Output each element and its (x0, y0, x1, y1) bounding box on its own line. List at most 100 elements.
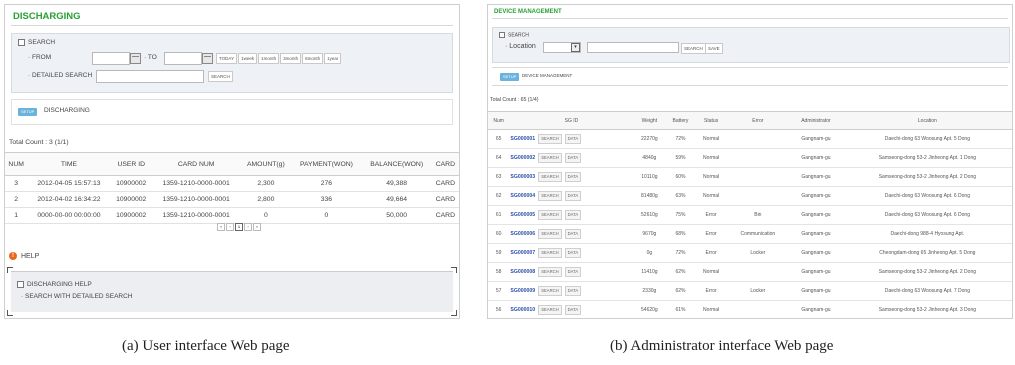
row-search-button[interactable]: SEARCH (538, 153, 562, 163)
table-row[interactable]: 62 SG000004 SEARCH DATA 81480g 63% Normal Gangn… (488, 186, 1012, 206)
detailed-search-input[interactable] (96, 70, 204, 83)
row-data-button[interactable]: DATA (564, 248, 582, 258)
sg-id-link[interactable]: SG000008 (510, 269, 535, 275)
row-search-button[interactable]: SEARCH (538, 286, 562, 296)
row-data-button[interactable]: DATA (564, 305, 582, 315)
table-row[interactable]: 59 SG000007 SEARCH DATA 0g 72% Error Locker Gang… (488, 243, 1012, 263)
sg-id-link[interactable]: SG000002 (510, 155, 535, 161)
table-row[interactable]: 1 0000-00-00 00:00:00 10900002 1359-1210-00… (5, 207, 459, 224)
table-cell: Gangnam-gu (789, 129, 843, 149)
sg-id-link[interactable]: SG000004 (510, 193, 535, 199)
date-range-button[interactable]: 6month (302, 53, 324, 64)
column-header[interactable]: Error (726, 111, 790, 130)
table-cell: Samseong-dong 53-2 Jinheong Apt. 2 Dong (842, 167, 1012, 187)
column-header[interactable]: AMOUNT(g) (240, 152, 292, 176)
row-search-button[interactable]: SEARCH (538, 305, 562, 315)
table-cell: 64 (488, 148, 510, 168)
table-row[interactable]: 61 SG000005 SEARCH DATA 52610g 75% Error Bin Gan… (488, 205, 1012, 225)
column-header[interactable]: SG ID (509, 111, 634, 130)
row-data-button[interactable]: DATA (564, 210, 582, 220)
table-row[interactable]: 2 2012-04-02 16:34:22 10900002 1359-1210-00… (5, 191, 459, 208)
date-range-button[interactable]: 3month (280, 53, 302, 64)
column-header[interactable]: PAYMENT(WON) (291, 152, 362, 176)
table-row[interactable]: 63 SG000003 SEARCH DATA 10110g 60% Normal Gangn… (488, 167, 1012, 187)
column-header[interactable]: Status (695, 111, 727, 130)
table-row[interactable]: 56 SG000010 SEARCH DATA 54620g 61% Normal Gangn… (488, 300, 1012, 318)
column-header[interactable]: Battery (665, 111, 696, 130)
section-label: DISCHARGING (44, 107, 90, 114)
caption-a: (a) User interface Web page (122, 338, 290, 354)
column-header[interactable]: Weight (633, 111, 666, 130)
table-row[interactable]: 58 SG000008 SEARCH DATA 11410g 62% Normal Gangn… (488, 262, 1012, 282)
help-item[interactable]: · SEARCH WITH DETAILED SEARCH (21, 293, 133, 300)
column-header[interactable]: TIME (27, 152, 111, 176)
table-row[interactable]: 3 2012-04-05 15:57:13 10900002 1359-1210-00… (5, 175, 459, 192)
table-row[interactable]: 57 SG000009 SEARCH DATA 2330g 62% Error Locker G… (488, 281, 1012, 301)
date-range-button[interactable]: TODAY (216, 53, 238, 64)
sg-id-link[interactable]: SG000006 (510, 231, 535, 237)
table-cell: Gangnam-gu (789, 262, 843, 282)
page-button[interactable]: ‹ (226, 223, 234, 231)
to-date-input[interactable] (164, 52, 202, 65)
table-cell: 63% (665, 186, 696, 206)
table-row[interactable]: 65 SG000001 SEARCH DATA 22270g 72% Normal Gangn… (488, 129, 1012, 149)
table-cell: Daechi-dong 63 Woosung Apt. 5 Dong (842, 129, 1012, 149)
table-row[interactable]: 60 SG000006 SEARCH DATA 9670g 68% Error Communi… (488, 224, 1012, 244)
search-button[interactable]: SEARCH (208, 71, 233, 82)
to-label-text: TO (147, 54, 157, 61)
column-header[interactable]: CARD NUM (151, 152, 241, 176)
table-cell: 63 (488, 167, 510, 187)
from-calendar-icon[interactable] (130, 53, 141, 64)
row-search-button[interactable]: SEARCH (538, 172, 562, 182)
sg-id-link[interactable]: SG000003 (510, 174, 535, 180)
row-search-button[interactable]: SEARCH (538, 248, 562, 258)
row-data-button[interactable]: DATA (564, 134, 582, 144)
row-search-button[interactable]: SEARCH (538, 210, 562, 220)
date-range-button[interactable]: 1year (324, 53, 342, 64)
total-count: Total Count : 3 (1/1) (9, 139, 69, 146)
row-data-button[interactable]: DATA (564, 153, 582, 163)
row-data-button[interactable]: DATA (564, 267, 582, 277)
column-header[interactable]: NUM (5, 152, 28, 176)
sg-id-link[interactable]: SG000007 (510, 250, 535, 256)
table-cell: Gangnam-gu (789, 148, 843, 168)
row-search-button[interactable]: SEARCH (538, 134, 562, 144)
column-header[interactable]: Location (842, 111, 1012, 130)
table-cell: SG000007 SEARCH DATA (509, 243, 634, 263)
search-button[interactable]: SEARCH (681, 43, 706, 54)
table-body: 3 2012-04-05 15:57:13 10900002 1359-1210-00… (5, 175, 459, 224)
page-button[interactable]: « (217, 223, 225, 231)
save-button[interactable]: SAVE (705, 43, 723, 54)
help-heading: HELP (21, 253, 40, 260)
page-button[interactable]: 1 (235, 223, 243, 231)
column-header[interactable]: Administrator (789, 111, 843, 130)
to-calendar-icon[interactable] (202, 53, 213, 64)
table-row[interactable]: 64 SG000002 SEARCH DATA 4840g 59% Normal Gangna… (488, 148, 1012, 168)
column-header[interactable]: USER ID (110, 152, 152, 176)
column-header[interactable]: CARD (431, 152, 459, 176)
column-header[interactable]: BALANCE(WON) (361, 152, 432, 176)
row-search-button[interactable]: SEARCH (538, 229, 562, 239)
row-data-button[interactable]: DATA (564, 229, 582, 239)
page-button[interactable]: » (253, 223, 261, 231)
sg-id-link[interactable]: SG000001 (510, 136, 535, 142)
row-data-button[interactable]: DATA (564, 172, 582, 182)
table-cell (726, 167, 790, 187)
row-search-button[interactable]: SEARCH (538, 267, 562, 277)
row-data-button[interactable]: DATA (564, 286, 582, 296)
row-search-button[interactable]: SEARCH (538, 191, 562, 201)
table-cell: Samseong-dong 53-2 Jinheong Apt. 2 Dong (842, 262, 1012, 282)
location-search-input[interactable] (587, 42, 679, 53)
row-data-button[interactable]: DATA (564, 191, 582, 201)
chevron-down-icon[interactable]: ▾ (571, 43, 580, 52)
from-date-input[interactable] (92, 52, 130, 65)
date-range-button[interactable]: 1week (238, 53, 258, 64)
table-cell: Error (695, 281, 727, 301)
date-range-button[interactable]: 1month (258, 53, 280, 64)
page-button[interactable]: › (244, 223, 252, 231)
column-header[interactable]: Num (488, 111, 510, 130)
sg-id-link[interactable]: SG000005 (510, 212, 535, 218)
sg-id-link[interactable]: SG000009 (510, 288, 535, 294)
table-cell: 2012-04-02 16:34:22 (27, 191, 111, 208)
sg-id-link[interactable]: SG000010 (510, 307, 535, 313)
